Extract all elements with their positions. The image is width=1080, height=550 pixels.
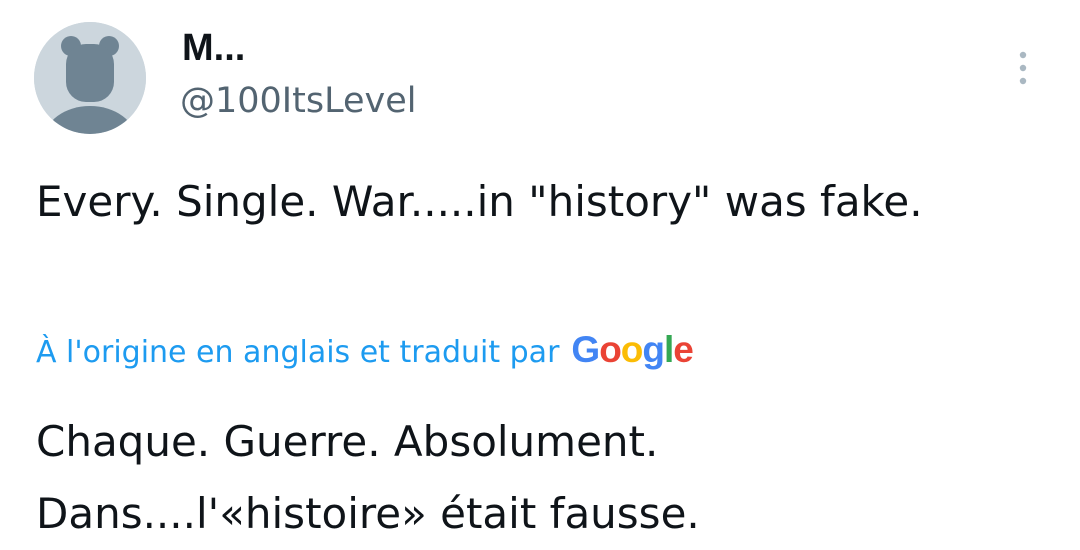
google-logo-letter: e <box>673 329 694 370</box>
google-logo-letter: o <box>599 329 622 370</box>
google-logo-letter: G <box>571 329 600 370</box>
translation-note-text: À l'origine en anglais et traduit par <box>36 335 560 370</box>
google-logo-letter: o <box>620 329 644 370</box>
more-options-button[interactable] <box>1004 44 1042 92</box>
translated-text: Chaque. Guerre. Absolument. Dans....l'«h… <box>36 417 700 538</box>
more-vertical-icon <box>1019 51 1027 85</box>
avatar[interactable] <box>34 22 146 134</box>
tweet-card: M... @100ItsLevel Every. Single. War....… <box>0 0 1080 545</box>
author-display-name[interactable]: M... <box>182 26 245 70</box>
tweet-text: Every. Single. War.....in "history" was … <box>36 177 923 226</box>
google-logo-letter: l <box>664 329 674 370</box>
google-logo-letter: g <box>642 329 665 370</box>
default-avatar-icon <box>34 22 146 134</box>
google-logo: Google <box>571 328 694 372</box>
translation-note-link[interactable]: À l'origine en anglais et traduit par Go… <box>36 328 694 375</box>
author-handle[interactable]: @100ItsLevel <box>180 80 416 122</box>
